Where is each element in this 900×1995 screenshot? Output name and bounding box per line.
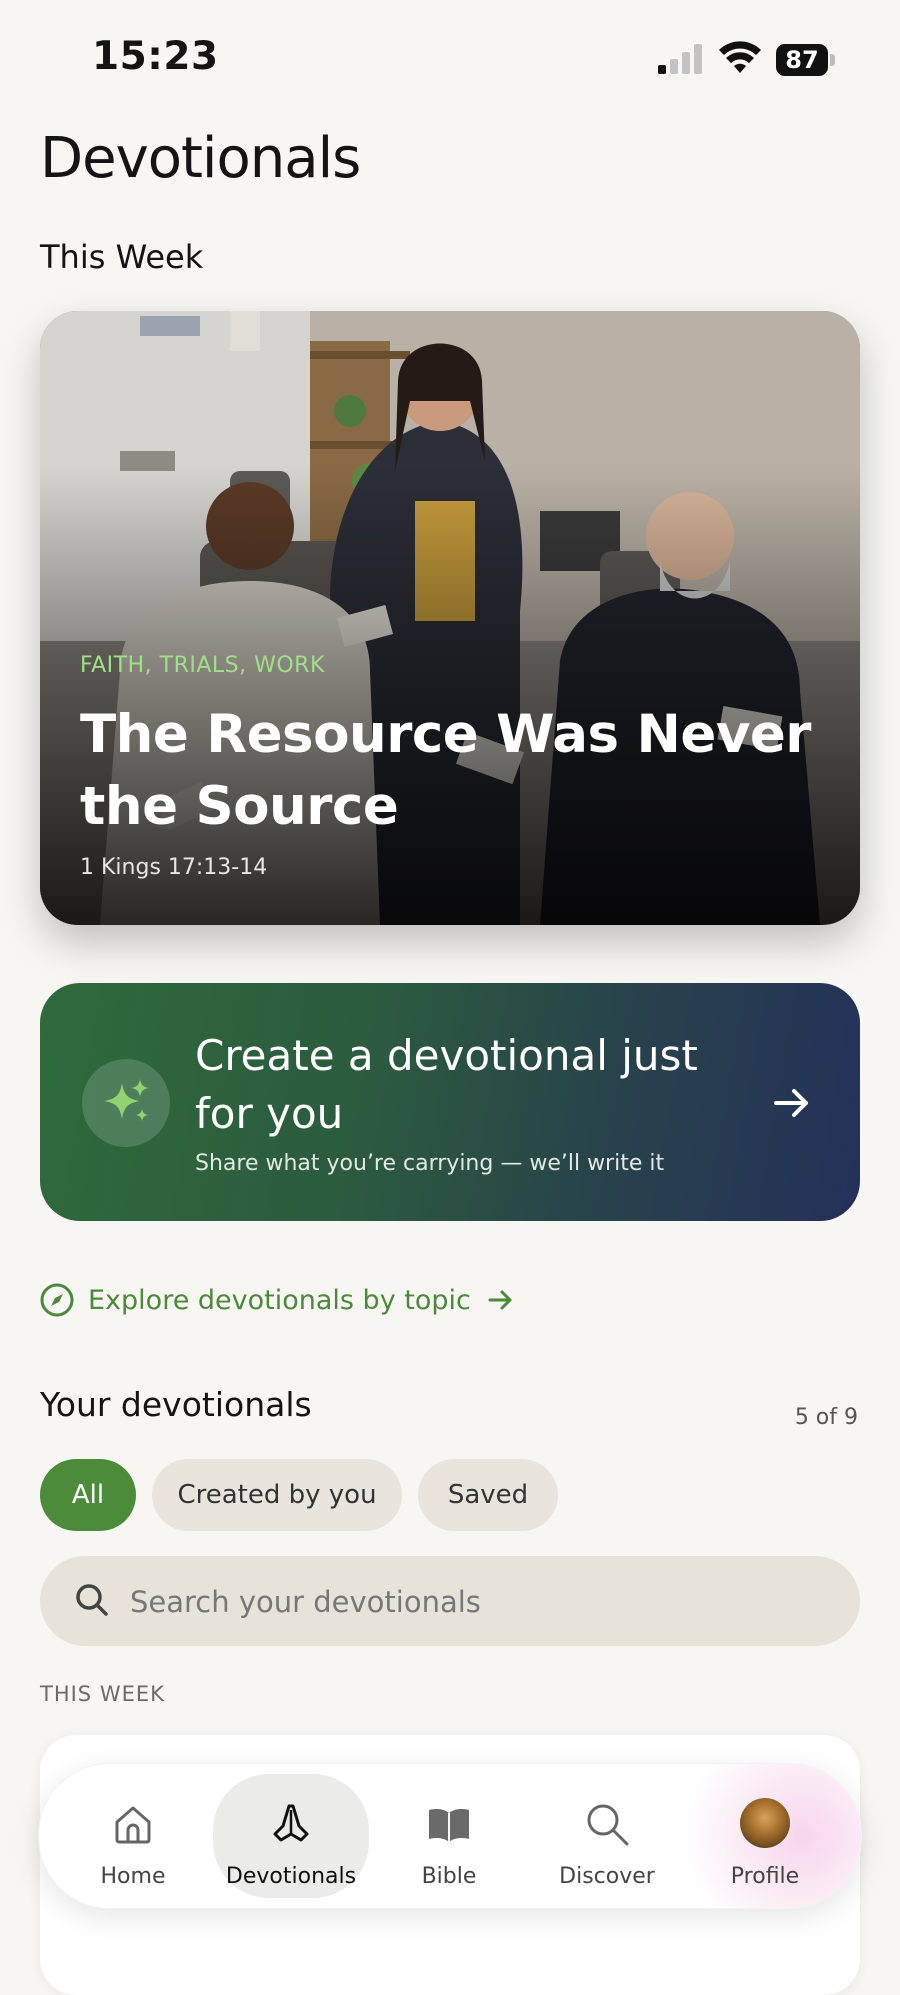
status-time: 15:23 [92, 34, 219, 79]
tab-discover-label: Discover [559, 1864, 655, 1889]
filter-chip-saved[interactable]: Saved [418, 1459, 558, 1531]
battery-level: 87 [776, 44, 828, 76]
page-title: Devotionals [40, 126, 361, 191]
sparkles-icon-circle [82, 1059, 170, 1147]
arrow-right-icon [488, 1290, 512, 1310]
search-input[interactable] [128, 1556, 832, 1648]
group-label-this-week: THIS WEEK [40, 1682, 165, 1706]
create-devotional-subtitle: Share what you’re carrying — we’ll write… [195, 1151, 665, 1176]
tab-home[interactable]: Home [55, 1774, 211, 1898]
filter-chip-created-by-you[interactable]: Created by you [152, 1459, 402, 1531]
featured-tags: FAITH, TRIALS, WORK [80, 653, 325, 678]
tab-bible[interactable]: Bible [371, 1774, 527, 1898]
bottom-tab-bar: Home Devotionals Bible Discover Profile [38, 1763, 862, 1909]
your-devotionals-heading: Your devotionals [40, 1385, 312, 1424]
tab-profile[interactable]: Profile [687, 1774, 843, 1898]
search-bar [40, 1556, 860, 1648]
explore-by-topic-label: Explore devotionals by topic [88, 1284, 471, 1316]
tab-home-label: Home [100, 1864, 166, 1889]
avatar [740, 1798, 790, 1848]
featured-devotional-card[interactable]: FAITH, TRIALS, WORK The Resource Was Nev… [40, 311, 860, 925]
search-icon [587, 1804, 629, 1846]
featured-title: The Resource Was Never the Source [80, 704, 811, 837]
book-icon [429, 1809, 469, 1842]
create-devotional-card[interactable]: Create a devotional just for you Share w… [40, 983, 860, 1221]
compass-icon [40, 1283, 74, 1317]
sparkles-icon [104, 1079, 149, 1121]
tab-bible-label: Bible [421, 1864, 477, 1889]
create-devotional-title: Create a devotional just for you [195, 1031, 698, 1138]
featured-scripture-reference: 1 Kings 17:13-14 [80, 855, 268, 880]
devotionals-count: 5 of 9 [794, 1405, 858, 1430]
section-heading-this-week: This Week [40, 238, 204, 276]
tab-devotionals[interactable]: Devotionals [213, 1774, 369, 1898]
search-icon [76, 1584, 108, 1616]
status-bar: 15:23 87 [0, 0, 900, 110]
cellular-signal-icon [658, 44, 704, 74]
battery-icon: 87 [776, 44, 836, 76]
wifi-icon [719, 41, 761, 73]
tab-devotionals-label: Devotionals [225, 1864, 357, 1889]
home-icon [115, 1806, 151, 1844]
tab-discover[interactable]: Discover [529, 1774, 685, 1898]
explore-by-topic-link[interactable]: Explore devotionals by topic [40, 1280, 515, 1320]
arrow-right-icon [774, 1089, 808, 1117]
filter-chip-all[interactable]: All [40, 1459, 136, 1531]
praying-hands-icon [273, 1804, 309, 1842]
tab-profile-label: Profile [730, 1864, 800, 1889]
